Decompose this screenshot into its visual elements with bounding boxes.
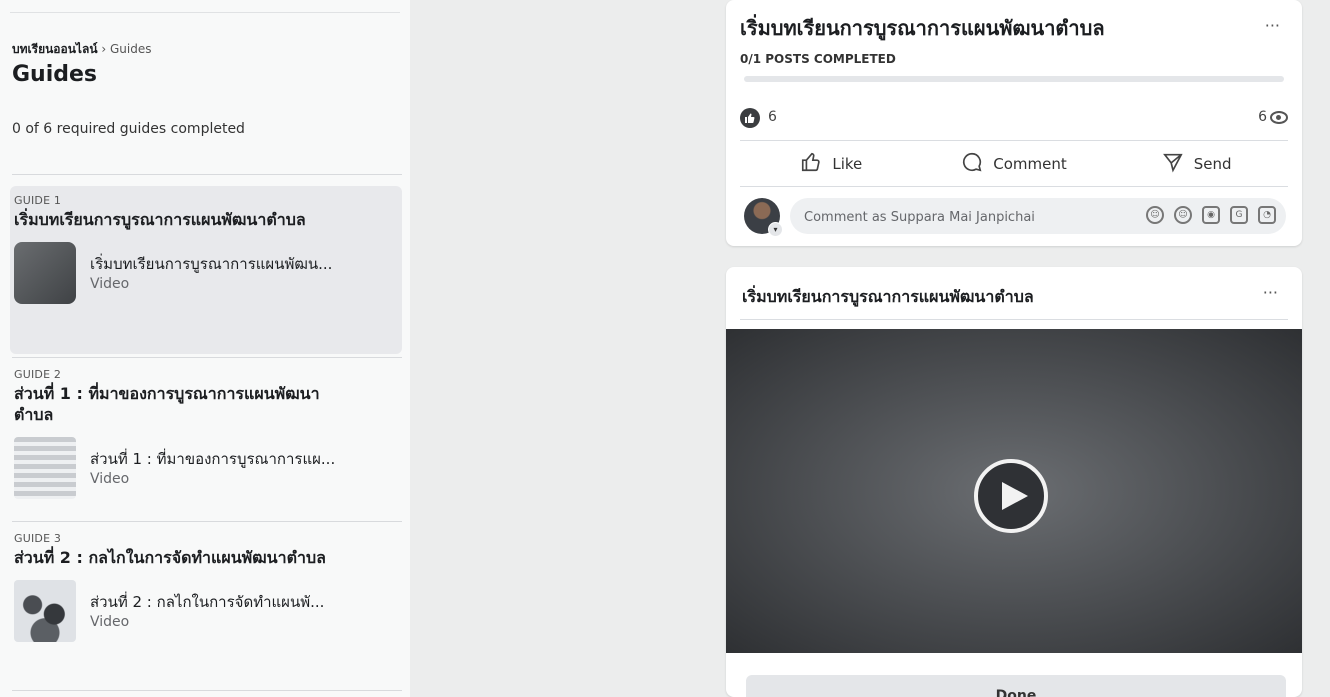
post-actions: Like Comment Send bbox=[740, 146, 1288, 182]
breadcrumb-root-link[interactable]: บทเรียนออนไลน์ bbox=[12, 42, 98, 56]
guide-item-type: Video bbox=[90, 471, 130, 487]
video-post-title: เริ่มบทเรียนการบูรณาการแผนพัฒนาตำบล bbox=[742, 287, 1034, 306]
guide-item-type: Video bbox=[90, 276, 130, 292]
avatar-sticker-icon[interactable]: ☺ bbox=[1146, 206, 1164, 224]
people-thumbnail bbox=[14, 580, 76, 642]
comment-bubble-icon bbox=[961, 151, 983, 177]
send-icon bbox=[1162, 151, 1184, 177]
page-title: Guides bbox=[12, 62, 98, 87]
guide-item-title: เริ่มบทเรียนการบูรณาการแผนพัฒน... bbox=[90, 255, 333, 273]
gif-icon[interactable]: G bbox=[1230, 206, 1248, 224]
view-count-wrap: 6 bbox=[1258, 109, 1288, 125]
comment-label: Comment bbox=[993, 155, 1067, 173]
guide-label: GUIDE 3 bbox=[14, 532, 62, 545]
guide-title: เริ่มบทเรียนการบูรณาการแผนพัฒนาตำบล bbox=[14, 210, 306, 229]
sidebar-divider bbox=[12, 521, 402, 522]
video-thumbnail bbox=[14, 242, 76, 304]
post-title: เริ่มบทเรียนการบูรณาการแผนพัฒนาตำบล bbox=[740, 16, 1105, 40]
like-label: Like bbox=[832, 155, 863, 173]
guides-sidebar: บทเรียนออนไลน์ › Guides Guides 0 of 6 re… bbox=[0, 0, 410, 697]
comment-input[interactable] bbox=[802, 198, 1096, 236]
guide-item[interactable]: ส่วนที่ 1 : ที่มาของการบูรณาการแผ... Vid… bbox=[14, 437, 398, 499]
guide-item[interactable]: ส่วนที่ 2 : กลไกในการจัดทำแผนพั... Video bbox=[14, 580, 398, 642]
sidebar-divider bbox=[12, 357, 402, 358]
breadcrumb-separator: › bbox=[101, 42, 107, 56]
more-options-icon[interactable]: ··· bbox=[1263, 283, 1278, 302]
post-card: เริ่มบทเรียนการบูรณาการแผนพัฒนาตำบล ··· … bbox=[726, 0, 1302, 246]
sidebar-top-divider bbox=[10, 12, 400, 13]
thumbs-up-icon bbox=[800, 151, 822, 177]
guide-2[interactable]: GUIDE 2 ส่วนที่ 1 : ที่มาของการบูรณาการแ… bbox=[10, 360, 402, 516]
camera-icon[interactable]: ◉ bbox=[1202, 206, 1220, 224]
guide-item-type: Video bbox=[90, 614, 130, 630]
guide-3[interactable]: GUIDE 3 ส่วนที่ 2 : กลไกในการจัดทำแผนพัฒ… bbox=[10, 524, 402, 684]
like-count[interactable]: 6 bbox=[768, 109, 777, 125]
done-button[interactable]: Done bbox=[746, 675, 1286, 697]
view-count: 6 bbox=[1258, 109, 1267, 125]
comment-button[interactable]: Comment bbox=[923, 146, 1106, 182]
like-button[interactable]: Like bbox=[740, 146, 923, 182]
guide-item-title: ส่วนที่ 2 : กลไกในการจัดทำแผนพั... bbox=[90, 593, 325, 611]
guide-title: ส่วนที่ 1 : ที่มาของการบูรณาการแผนพัฒนาต… bbox=[14, 384, 320, 424]
sidebar-divider bbox=[12, 174, 402, 175]
chevron-down-icon[interactable]: ▾ bbox=[768, 222, 783, 237]
send-button[interactable]: Send bbox=[1105, 146, 1288, 182]
guides-progress-text: 0 of 6 required guides completed bbox=[12, 121, 245, 137]
comment-tools: ☺ ☺ ◉ G ◔ bbox=[1146, 206, 1276, 224]
video-player[interactable] bbox=[726, 329, 1302, 653]
eye-icon bbox=[1270, 110, 1288, 124]
breadcrumb: บทเรียนออนไลน์ › Guides bbox=[12, 40, 152, 59]
post-divider bbox=[740, 140, 1288, 141]
breadcrumb-current: Guides bbox=[110, 42, 152, 56]
guide-title: ส่วนที่ 2 : กลไกในการจัดทำแผนพัฒนาตำบล bbox=[14, 548, 326, 567]
comment-row: ▾ ☺ ☺ ◉ G ◔ bbox=[744, 198, 1286, 237]
posts-progress-bar bbox=[744, 76, 1284, 82]
emoji-icon[interactable]: ☺ bbox=[1174, 206, 1192, 224]
document-thumbnail bbox=[14, 437, 76, 499]
sticker-icon[interactable]: ◔ bbox=[1258, 206, 1276, 224]
send-label: Send bbox=[1193, 155, 1232, 173]
like-reaction-icon[interactable] bbox=[740, 108, 760, 128]
posts-completed-label: 0/1 POSTS COMPLETED bbox=[740, 52, 896, 66]
more-options-icon[interactable]: ··· bbox=[1265, 16, 1280, 35]
play-icon bbox=[1002, 482, 1028, 510]
guide-label: GUIDE 2 bbox=[14, 368, 62, 381]
comment-box: ☺ ☺ ◉ G ◔ bbox=[790, 198, 1286, 236]
post-divider bbox=[740, 319, 1288, 320]
guide-1[interactable]: GUIDE 1 เริ่มบทเรียนการบูรณาการแผนพัฒนาต… bbox=[10, 186, 402, 354]
guide-item[interactable]: เริ่มบทเรียนการบูรณาการแผนพัฒน... Video bbox=[14, 242, 398, 304]
post-divider bbox=[740, 186, 1288, 187]
guide-item-title: ส่วนที่ 1 : ที่มาของการบูรณาการแผ... bbox=[90, 450, 336, 468]
play-button[interactable] bbox=[974, 459, 1048, 533]
reaction-row: 6 6 bbox=[740, 108, 1288, 130]
sidebar-divider bbox=[12, 690, 402, 691]
guide-label: GUIDE 1 bbox=[14, 194, 62, 207]
video-post-card: เริ่มบทเรียนการบูรณาการแผนพัฒนาตำบล ··· … bbox=[726, 267, 1302, 697]
